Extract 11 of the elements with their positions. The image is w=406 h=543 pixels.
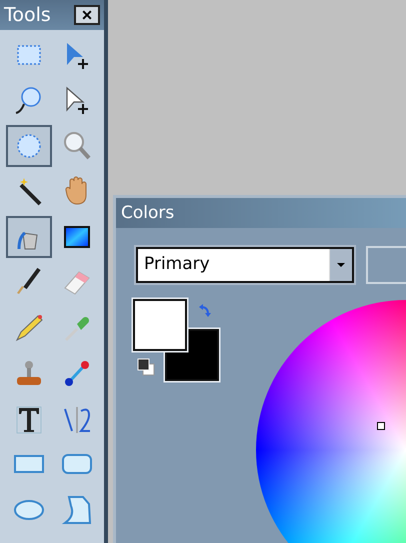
window-title: Tools — [4, 4, 51, 26]
tool-button[interactable] — [6, 125, 52, 166]
window-title: Colors — [121, 203, 174, 223]
freeform-shape-icon — [61, 494, 93, 526]
color-swatches-drawing[interactable] — [131, 297, 221, 383]
magnifier-icon — [61, 130, 93, 162]
wheel-cursor[interactable] — [377, 422, 385, 430]
reset-colors-icon[interactable] — [137, 358, 155, 376]
mode-dropdown[interactable]: Primary — [136, 247, 354, 283]
close-button[interactable]: × — [74, 5, 100, 25]
swap-colors-icon[interactable] — [198, 304, 212, 318]
